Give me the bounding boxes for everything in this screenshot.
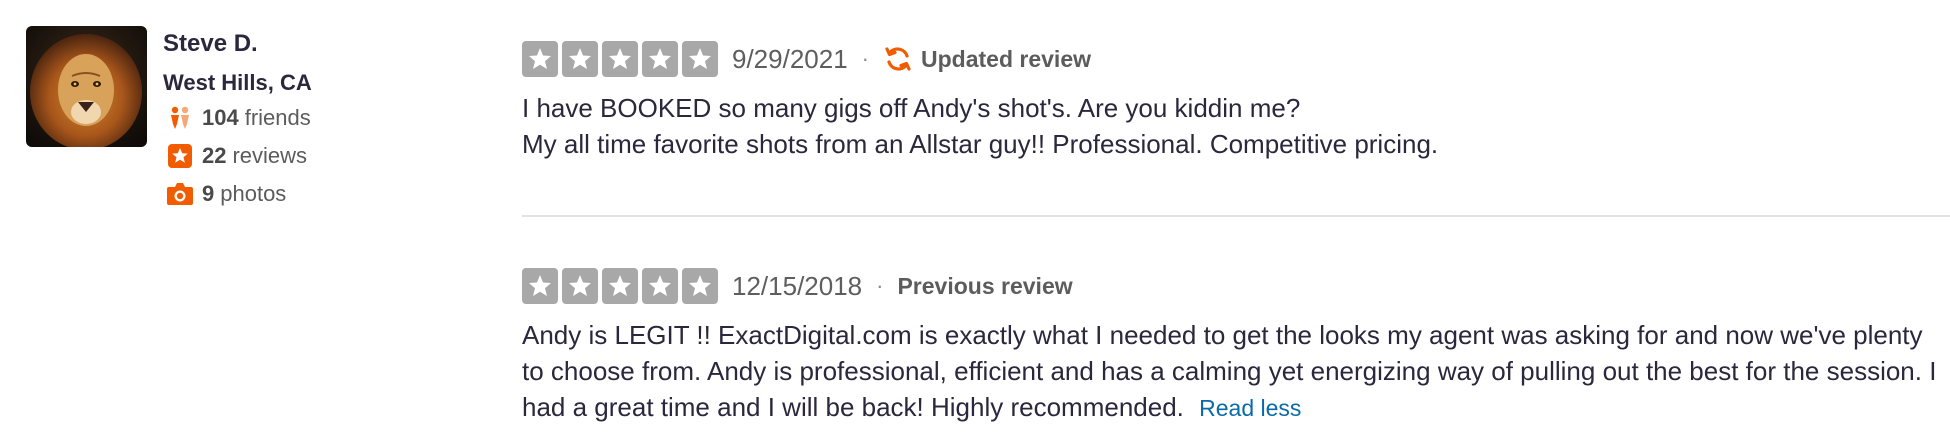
review-line: My all time favorite shots from an Allst… xyxy=(522,129,1439,159)
reviews-stat: 22 reviews xyxy=(166,142,307,170)
review-text: I have BOOKED so many gigs off Andy's sh… xyxy=(522,90,1950,162)
friends-label: friends xyxy=(244,105,311,130)
star-rating xyxy=(522,268,718,304)
star-rating xyxy=(522,41,718,77)
star-icon xyxy=(522,268,558,304)
star-icon xyxy=(602,41,638,77)
meta-separator: · xyxy=(861,46,869,71)
updated-review-tag: Updated review xyxy=(883,44,1091,74)
review-updated: 9/29/2021 · Updated review I have BOOKED… xyxy=(522,40,1950,162)
friends-stat: 104 friends xyxy=(166,104,311,132)
star-icon xyxy=(602,268,638,304)
star-icon xyxy=(562,41,598,77)
updated-review-label: Updated review xyxy=(921,45,1091,72)
review-line: I have BOOKED so many gigs off Andy's sh… xyxy=(522,93,1301,123)
avatar-lion-image xyxy=(26,26,147,147)
star-icon xyxy=(642,268,678,304)
review-meta: 9/29/2021 · Updated review xyxy=(522,40,1950,78)
star-icon xyxy=(682,41,718,77)
review-text: Andy is LEGIT !! ExactDigital.com is exa… xyxy=(522,317,1950,426)
camera-icon xyxy=(166,180,194,208)
friends-icon xyxy=(166,104,194,132)
star-icon xyxy=(642,41,678,77)
reviews-count: 22 xyxy=(202,143,227,168)
review-date: 9/29/2021 xyxy=(732,43,848,74)
friends-count: 104 xyxy=(202,105,239,130)
star-icon xyxy=(682,268,718,304)
reviews-label: reviews xyxy=(232,143,308,168)
review-meta: 12/15/2018 · Previous review xyxy=(522,267,1950,305)
star-icon xyxy=(562,268,598,304)
previous-review-tag: Previous review xyxy=(897,272,1073,299)
star-badge-icon xyxy=(166,142,194,170)
photos-label: photos xyxy=(220,181,287,206)
review-divider xyxy=(522,215,1950,217)
photos-stat: 9 photos xyxy=(166,180,286,208)
meta-separator: · xyxy=(876,273,884,298)
review-date: 12/15/2018 xyxy=(732,270,863,301)
star-icon xyxy=(522,41,558,77)
user-name[interactable]: Steve D. xyxy=(163,30,258,58)
review-previous: 12/15/2018 · Previous review Andy is LEG… xyxy=(522,267,1950,426)
avatar[interactable] xyxy=(26,26,147,147)
photos-count: 9 xyxy=(202,181,215,206)
user-location: West Hills, CA xyxy=(163,70,312,95)
refresh-icon xyxy=(885,47,911,71)
read-less-link[interactable]: Read less xyxy=(1199,395,1301,421)
